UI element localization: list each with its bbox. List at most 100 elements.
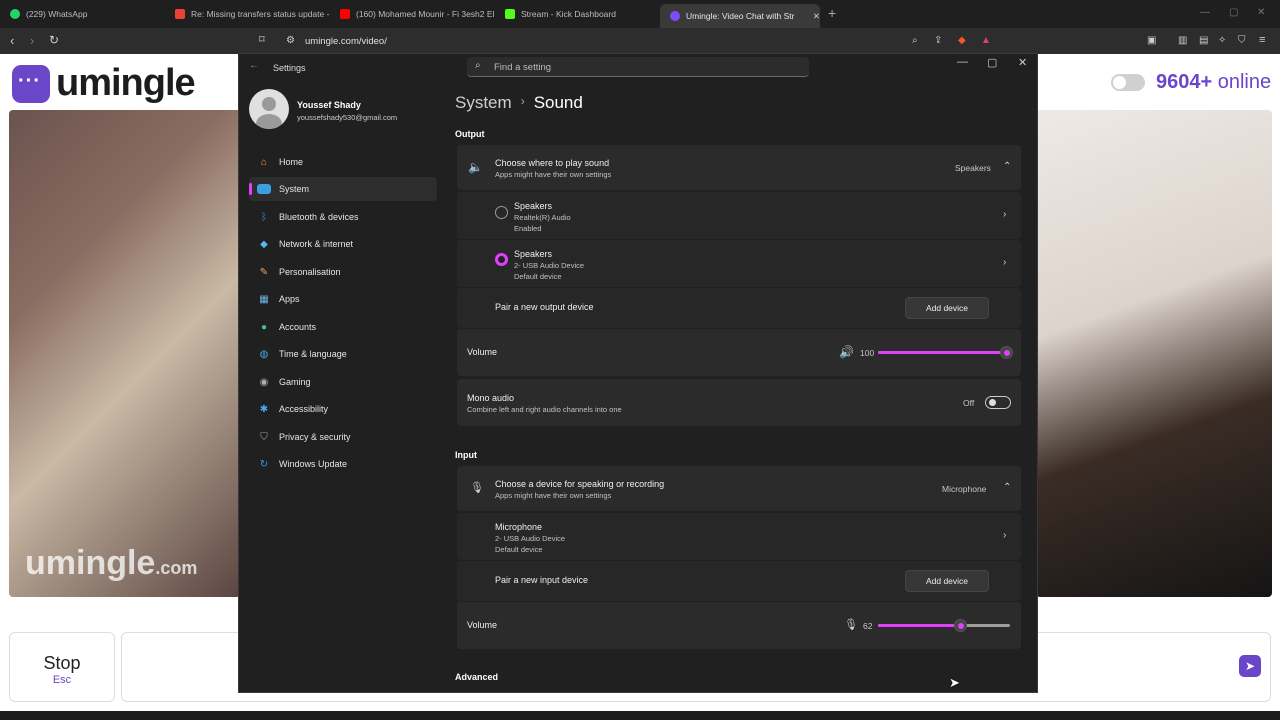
menu-icon[interactable]: ≡: [1259, 34, 1265, 46]
minimize-icon[interactable]: —: [957, 56, 968, 68]
taskbar: [0, 711, 1280, 720]
add-output-device-button[interactable]: Add device: [905, 297, 989, 319]
output-device-chooser[interactable]: 🔈 Choose where to play sound Apps might …: [457, 145, 1021, 190]
speaker-icon: 🔈: [468, 160, 483, 174]
breadcrumb-parent[interactable]: System: [455, 93, 512, 112]
chevron-right-icon: ›: [1003, 257, 1007, 268]
gmail-icon: [175, 9, 185, 19]
nav-item-home[interactable]: ⌂ Home: [249, 150, 437, 174]
search-icon: ⌕: [475, 60, 481, 71]
nav-item-accessibility[interactable]: ✱ Accessibility: [249, 397, 437, 421]
output-device-row[interactable]: Speakers Realtek(R) Audio Enabled ›: [457, 192, 1021, 239]
new-tab-button[interactable]: +: [828, 5, 836, 21]
browser-tab-strip: (229) WhatsApp Re: Missing transfers sta…: [0, 0, 1280, 28]
slider-thumb[interactable]: [1000, 346, 1013, 359]
chat-bubble-icon: [12, 64, 50, 103]
slider-fill: [878, 624, 960, 627]
close-icon[interactable]: ✕: [1257, 7, 1265, 18]
close-tab-icon[interactable]: ✕: [813, 11, 820, 22]
stranger-video: umingle.com: [9, 110, 241, 597]
youtube-icon: [340, 9, 350, 19]
watermark: umingle.com: [25, 544, 198, 582]
mono-audio-toggle[interactable]: [985, 396, 1011, 409]
chevron-right-icon: ›: [1003, 530, 1007, 541]
search-input[interactable]: ⌕ Find a setting: [467, 57, 809, 77]
settings-window: ← Settings ⌕ Find a setting — ▢ ✕ Yousse…: [238, 53, 1038, 693]
tabs-icon[interactable]: ▥: [1178, 35, 1187, 46]
chevron-right-icon: ›: [520, 94, 525, 108]
page-title: Sound: [533, 93, 583, 112]
theme-toggle[interactable]: [1111, 74, 1145, 91]
bluetooth-icon: ᛒ: [261, 211, 267, 223]
stop-button[interactable]: Stop Esc: [9, 632, 115, 702]
settings-content: System › Sound Output 🔈 Choose where to pl…: [454, 82, 1024, 692]
nav-item-system[interactable]: System: [249, 177, 437, 201]
nav-item-gaming[interactable]: ◉ Gaming: [249, 370, 437, 394]
brush-icon: ✎: [259, 266, 269, 278]
nav-item-personalisation[interactable]: ✎ Personalisation: [249, 260, 437, 284]
chevron-up-icon: ⌃: [1003, 161, 1012, 172]
vpn-icon[interactable]: ⛉: [1238, 35, 1246, 46]
input-device-row[interactable]: Microphone 2- USB Audio Device Default d…: [457, 513, 1021, 560]
output-device-row[interactable]: Speakers 2- USB Audio Device Default dev…: [457, 240, 1021, 287]
chevron-up-icon: ⌃: [1003, 482, 1012, 493]
globe-icon: ◍: [259, 348, 269, 360]
site-logo[interactable]: umingle: [12, 62, 196, 105]
nav-item-bluetooth[interactable]: ᛒ Bluetooth & devices: [249, 205, 437, 229]
nav-item-privacy[interactable]: ⛉ Privacy & security: [249, 425, 437, 449]
minimize-icon[interactable]: —: [1200, 7, 1210, 18]
zoom-icon[interactable]: ⌕: [912, 35, 918, 46]
address-bar: ‹ › ↻ ⌑ ⚙ umingle.com/video/ ⌕ ⇪ ◆ ▲ ▣ ▥…: [0, 28, 1280, 54]
slider-thumb[interactable]: [953, 619, 967, 632]
radio-button[interactable]: [495, 206, 508, 219]
chevron-right-icon: ›: [1003, 209, 1007, 220]
nav-item-network[interactable]: ◆ Network & internet: [249, 232, 437, 256]
maximize-icon[interactable]: ▢: [1229, 7, 1238, 18]
online-count: 9604+ online: [1156, 71, 1272, 93]
nav-item-time-language[interactable]: ◍ Time & language: [249, 342, 437, 366]
back-icon[interactable]: ‹: [10, 33, 14, 48]
rewards-icon[interactable]: ▲: [981, 35, 991, 46]
input-volume-row: Volume 🎙 62: [457, 602, 1021, 649]
back-arrow-icon[interactable]: ←: [249, 60, 259, 71]
leo-icon[interactable]: ✧: [1218, 35, 1226, 46]
send-icon[interactable]: ➤: [1239, 655, 1261, 677]
input-volume-slider[interactable]: [878, 619, 1010, 632]
nav-item-accounts[interactable]: ● Accounts: [249, 315, 437, 339]
accessibility-icon: ✱: [259, 403, 269, 415]
bookmark-icon[interactable]: ⌑: [259, 33, 265, 46]
wallet-icon[interactable]: ▤: [1199, 35, 1208, 46]
forward-icon[interactable]: ›: [30, 33, 34, 48]
url-field[interactable]: umingle.com/video/: [305, 36, 387, 47]
tab-umingle[interactable]: Umingle: Video Chat with Str ✕: [660, 4, 820, 28]
nav-item-apps[interactable]: ▦ Apps: [249, 287, 437, 311]
window-title: Settings: [273, 63, 306, 73]
sidebar-icon[interactable]: ▣: [1147, 35, 1156, 46]
tab-gmail[interactable]: Re: Missing transfers status update -: [165, 4, 330, 24]
share-icon[interactable]: ⇪: [934, 35, 942, 46]
self-video: [1036, 110, 1272, 597]
input-device-chooser[interactable]: 🎙 Choose a device for speaking or record…: [457, 466, 1021, 511]
maximize-icon[interactable]: ▢: [987, 56, 997, 69]
section-advanced: Advanced: [455, 672, 499, 682]
tab-youtube[interactable]: (160) Mohamed Mounir - Fi 3esh2 El: [330, 4, 495, 24]
add-input-device-button[interactable]: Add device: [905, 570, 989, 592]
network-icon: ◆: [260, 238, 268, 250]
brave-shield-icon[interactable]: ◆: [958, 35, 966, 46]
mouse-cursor-icon: ➤: [949, 675, 960, 690]
tab-kick[interactable]: Stream - Kick Dashboard: [495, 4, 660, 24]
output-volume-slider[interactable]: [878, 346, 1013, 359]
tab-whatsapp[interactable]: (229) WhatsApp: [0, 4, 165, 24]
reload-icon[interactable]: ↻: [49, 33, 59, 47]
radio-button-selected[interactable]: [495, 253, 508, 266]
speaker-icon[interactable]: 🔊: [839, 345, 854, 359]
umingle-icon: [670, 11, 680, 21]
microphone-icon[interactable]: 🎙: [844, 618, 858, 631]
section-output: Output: [455, 129, 485, 139]
nav-item-windows-update[interactable]: ↻ Windows Update: [249, 452, 437, 476]
system-icon: [257, 184, 271, 194]
shield-icon: ⛉: [260, 431, 268, 443]
site-info-icon[interactable]: ⚙: [286, 35, 295, 46]
close-icon[interactable]: ✕: [1018, 56, 1027, 69]
kick-icon: [505, 9, 515, 19]
